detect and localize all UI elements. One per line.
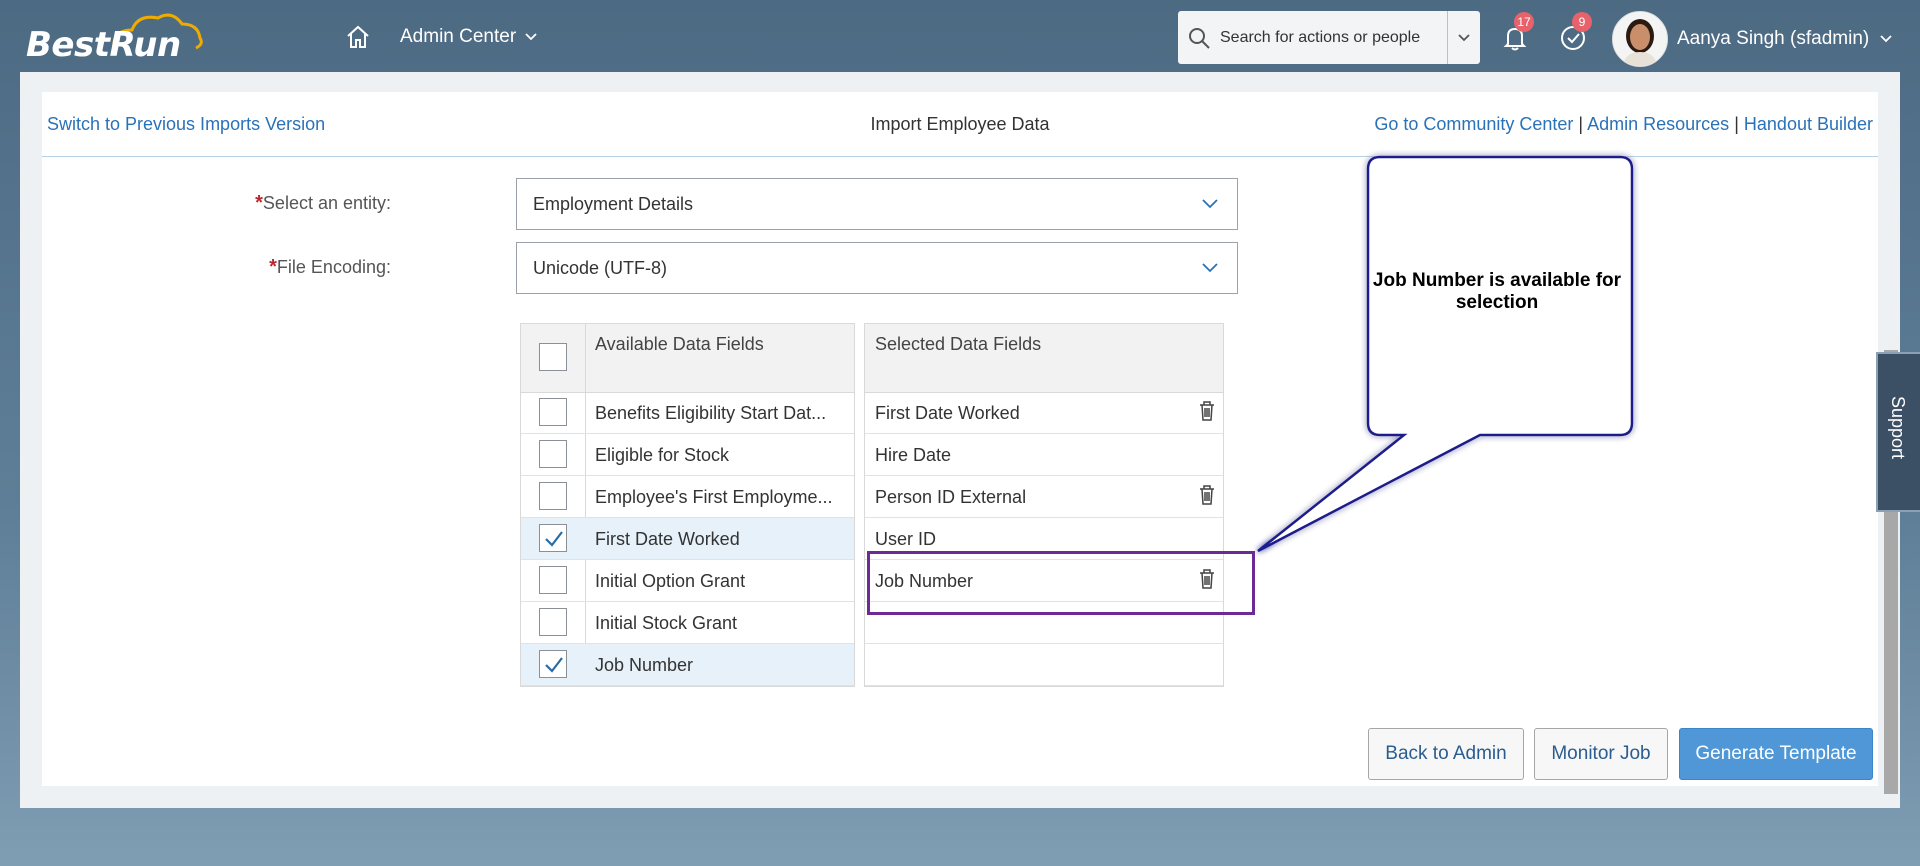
selected-field-row[interactable]: First Date Worked — [865, 392, 1223, 434]
chevron-down-icon — [1202, 263, 1218, 273]
search-bar — [1178, 11, 1480, 64]
field-label: First Date Worked — [875, 403, 1020, 423]
avatar[interactable] — [1612, 11, 1668, 67]
available-field-row[interactable]: Job Number — [521, 644, 854, 686]
trash-icon[interactable] — [1197, 400, 1217, 422]
home-icon[interactable] — [345, 24, 371, 50]
field-checkbox[interactable] — [539, 608, 567, 636]
tasks-badge: 9 — [1572, 12, 1592, 32]
community-center-link[interactable]: Go to Community Center — [1374, 114, 1573, 134]
support-label: Support — [1888, 396, 1908, 460]
field-checkbox[interactable] — [539, 524, 567, 552]
callout-text: Job Number is available for selection — [1372, 270, 1622, 313]
logo-text: BestRun — [26, 25, 181, 65]
bestrun-logo[interactable]: BestRun — [26, 8, 203, 65]
switch-previous-version-link[interactable]: Switch to Previous Imports Version — [47, 114, 325, 135]
field-checkbox[interactable] — [539, 440, 567, 468]
trash-icon[interactable] — [1197, 484, 1217, 506]
field-label: First Date Worked — [595, 529, 740, 549]
shell-bar: BestRun Admin Center 17 9 Aanya Singh (s… — [0, 0, 1920, 72]
available-fields-list: Available Data Fields Benefits Eligibili… — [520, 323, 855, 687]
encoding-label: *File Encoding: — [269, 256, 391, 278]
field-checkbox[interactable] — [539, 398, 567, 426]
field-label: User ID — [875, 529, 937, 549]
selected-fields-title: Selected Data Fields — [875, 334, 1042, 354]
back-to-admin-button[interactable]: Back to Admin — [1368, 728, 1524, 780]
entity-value: Employment Details — [533, 193, 694, 214]
search-scope-dropdown[interactable] — [1447, 11, 1480, 64]
available-field-row[interactable]: Eligible for Stock — [521, 434, 854, 476]
available-field-row[interactable]: Initial Option Grant — [521, 560, 854, 602]
support-tab[interactable]: Support — [1876, 352, 1920, 512]
search-icon[interactable] — [1186, 25, 1212, 51]
field-checkbox[interactable] — [539, 482, 567, 510]
selected-fields-list: Selected Data Fields First Date Worked Hi… — [864, 323, 1224, 687]
notifications-badge: 17 — [1514, 12, 1534, 32]
available-field-row[interactable]: Employee's First Employme... — [521, 476, 854, 518]
chevron-down-icon — [1202, 199, 1218, 209]
generate-template-button[interactable]: Generate Template — [1679, 728, 1873, 780]
chevron-down-icon — [1458, 33, 1470, 41]
selected-field-row[interactable]: Hire Date — [865, 434, 1223, 476]
handout-builder-link[interactable]: Handout Builder — [1744, 114, 1873, 134]
encoding-value: Unicode (UTF-8) — [533, 257, 668, 278]
field-label: Hire Date — [875, 445, 952, 465]
tasks-button[interactable]: 9 — [1558, 12, 1592, 52]
link-separator: | — [1734, 114, 1739, 134]
notifications-button[interactable]: 17 — [1500, 12, 1534, 52]
field-label: Initial Stock Grant — [595, 613, 738, 633]
admin-resources-link[interactable]: Admin Resources — [1587, 114, 1729, 134]
user-menu[interactable]: Aanya Singh (sfadmin) — [1677, 28, 1893, 50]
field-label: Benefits Eligibility Start Dat... — [595, 403, 827, 423]
field-label: Person ID External — [875, 487, 1027, 507]
admin-center-label: Admin Center — [400, 26, 517, 47]
user-photo-icon — [1613, 12, 1667, 66]
checkmark-icon — [545, 531, 563, 547]
available-fields-title: Available Data Fields — [595, 334, 764, 354]
field-label: Initial Option Grant — [595, 571, 746, 591]
selected-field-row[interactable] — [865, 644, 1223, 686]
field-checkbox[interactable] — [539, 650, 567, 678]
highlight-box — [867, 551, 1255, 615]
field-checkbox[interactable] — [539, 566, 567, 594]
selected-field-row[interactable]: Person ID External — [865, 476, 1223, 518]
user-name-label: Aanya Singh (sfadmin) — [1677, 28, 1870, 49]
field-label: Eligible for Stock — [595, 445, 730, 465]
chevron-down-icon — [1880, 35, 1892, 43]
footer-bar: Back to Admin Monitor Job Generate Templ… — [42, 720, 1878, 784]
field-label: Job Number — [595, 655, 694, 675]
available-field-row[interactable]: Benefits Eligibility Start Dat... — [521, 392, 854, 434]
available-field-row[interactable]: Initial Stock Grant — [521, 602, 854, 644]
available-field-row[interactable]: First Date Worked — [521, 518, 854, 560]
encoding-select[interactable]: Unicode (UTF-8) — [516, 242, 1238, 294]
callout-bubble — [1257, 155, 1634, 553]
entity-label: *Select an entity: — [255, 192, 391, 214]
chevron-down-icon — [525, 33, 537, 41]
field-label: Employee's First Employme... — [595, 487, 833, 507]
link-separator: | — [1578, 114, 1584, 134]
resource-links: Go to Community Center | Admin Resources… — [1374, 114, 1873, 135]
monitor-job-button[interactable]: Monitor Job — [1534, 728, 1668, 780]
checkmark-icon — [545, 657, 563, 673]
search-input[interactable] — [1218, 27, 1452, 48]
admin-center-menu[interactable]: Admin Center — [400, 26, 538, 48]
selected-fields-header: Selected Data Fields — [865, 324, 1223, 393]
entity-select[interactable]: Employment Details — [516, 178, 1238, 230]
